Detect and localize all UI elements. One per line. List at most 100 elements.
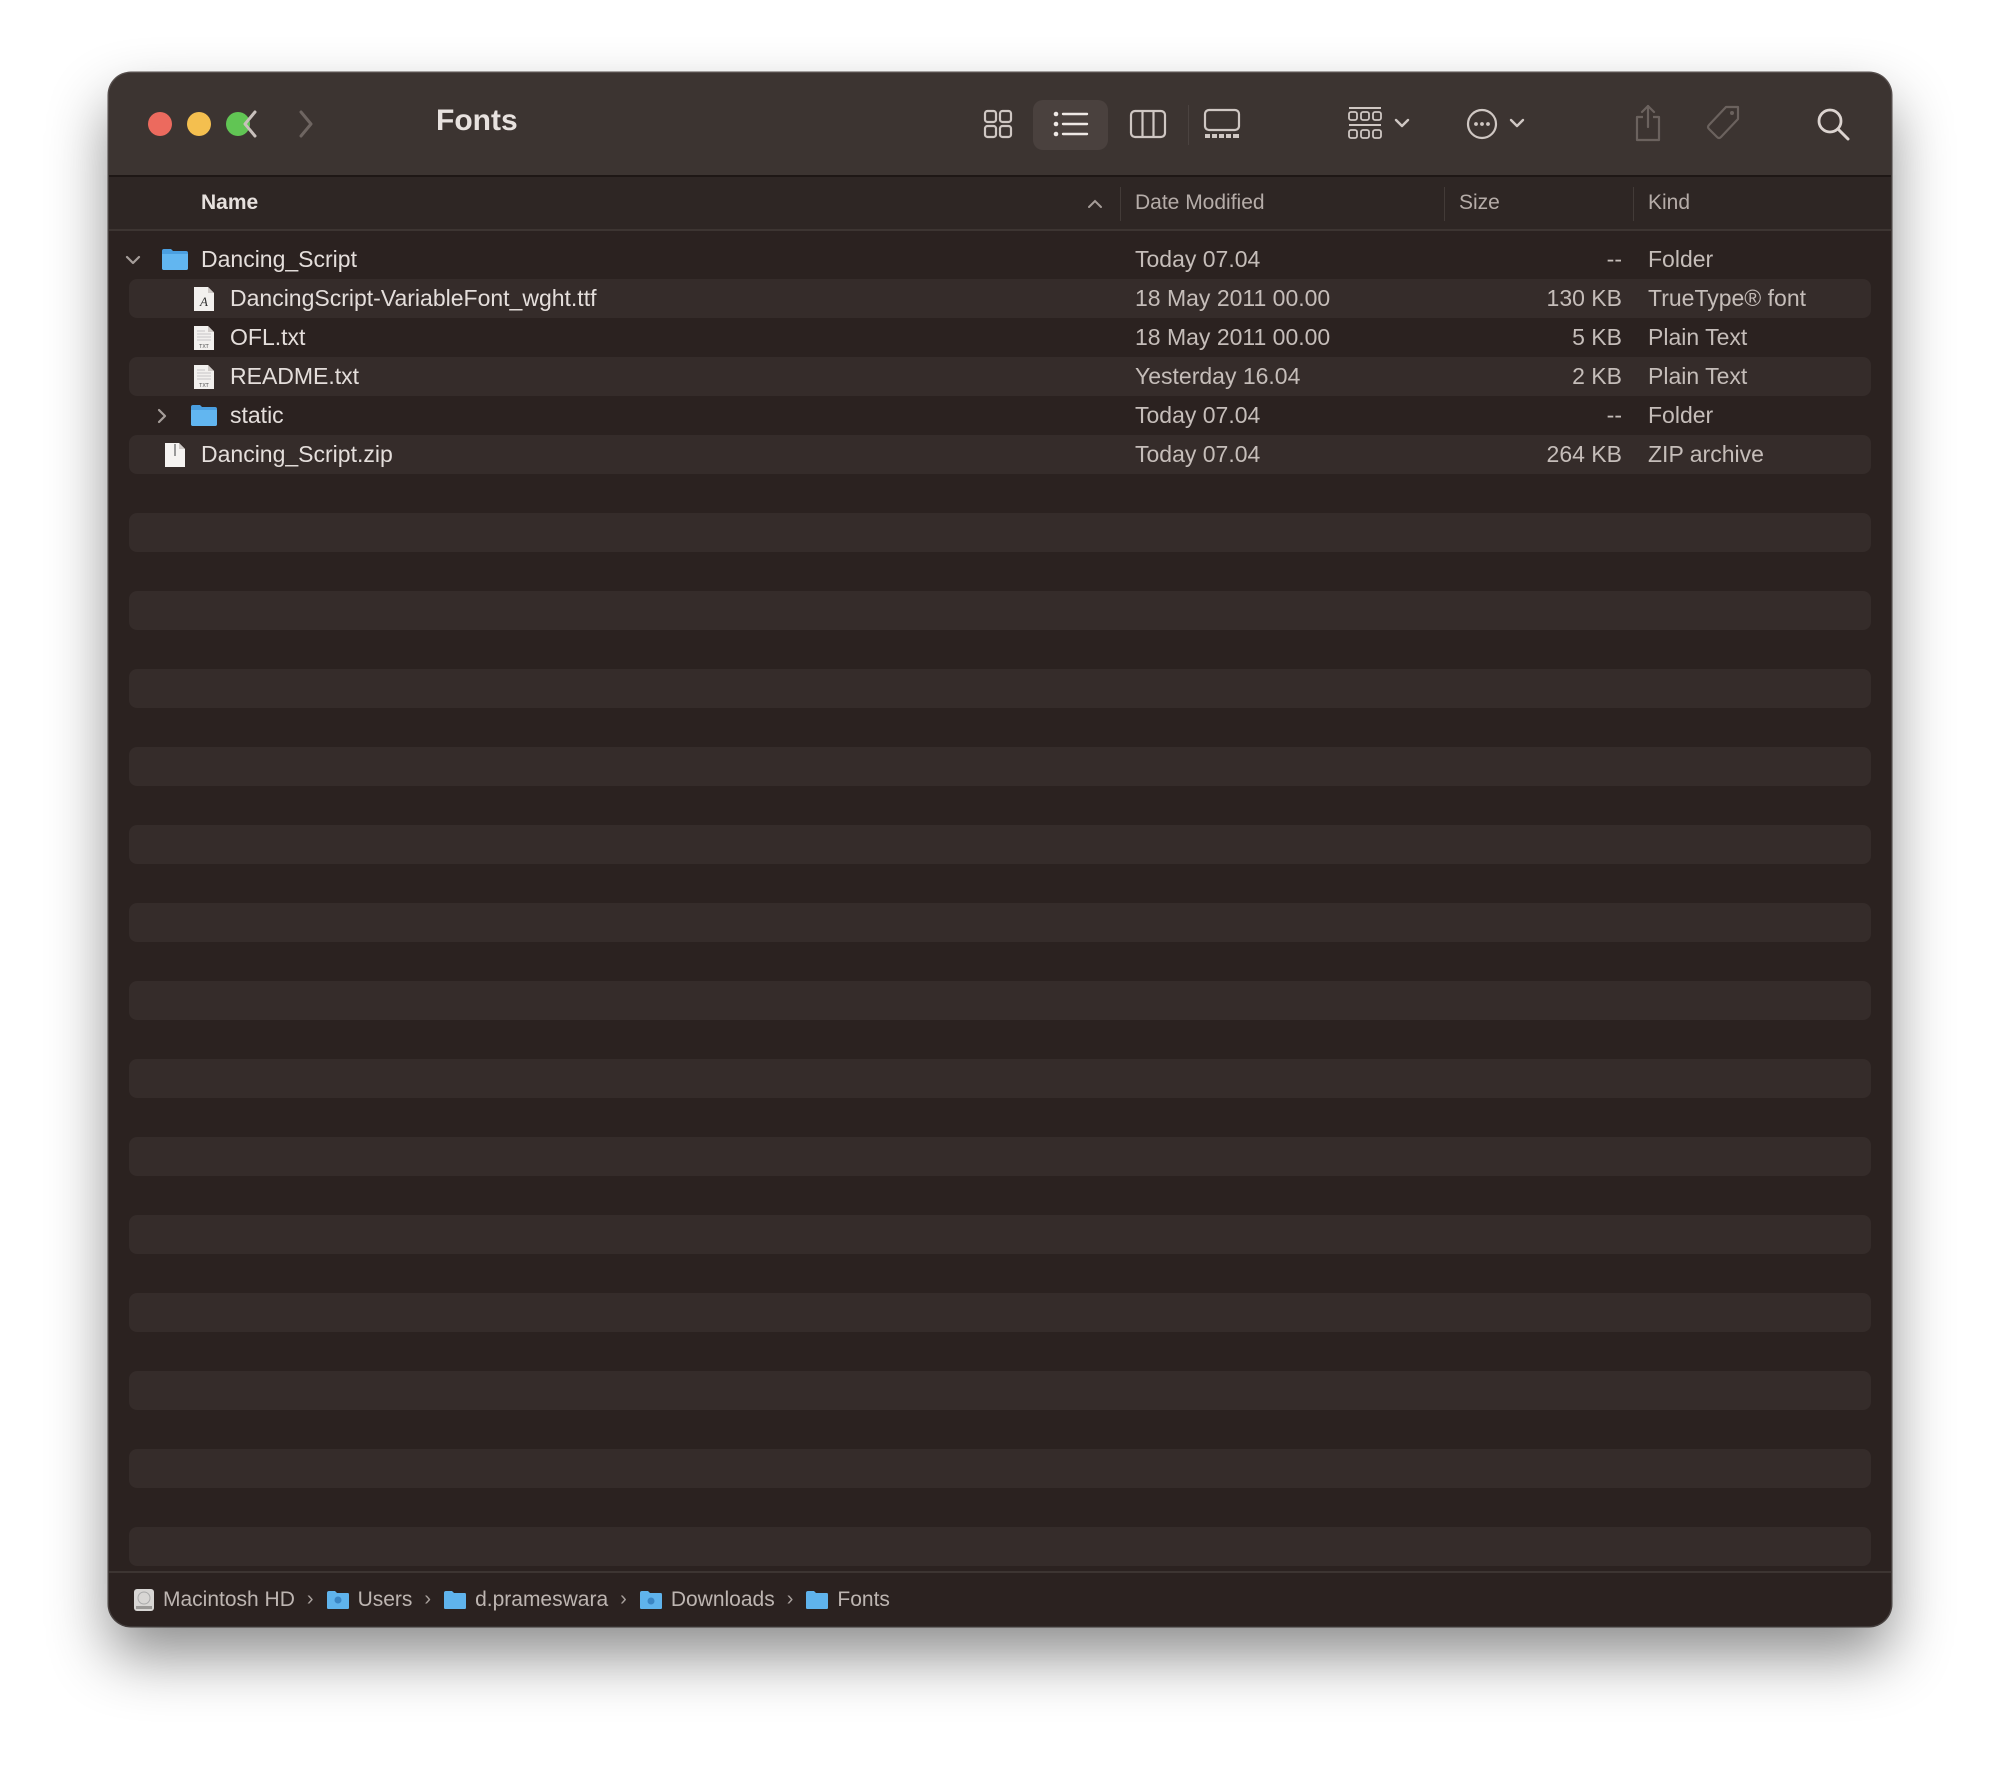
forward-button[interactable]: [292, 106, 320, 142]
path-bar: Macintosh HD › Users › d.prameswara › Download…: [109, 1571, 1891, 1626]
search-icon: [1817, 108, 1850, 141]
column-name[interactable]: Name: [201, 177, 258, 229]
toolbar: Fonts: [109, 73, 1891, 177]
file-size: 5 KB: [1572, 324, 1622, 350]
users-folder-icon: [326, 1590, 350, 1610]
svg-text:TXT: TXT: [198, 383, 209, 389]
back-button[interactable]: [236, 106, 264, 142]
file-size: 2 KB: [1572, 363, 1622, 389]
column-divider[interactable]: [1444, 187, 1445, 221]
folder-icon: [443, 1590, 467, 1610]
row-stripe: [129, 1215, 1871, 1254]
path-separator-icon: ›: [620, 1588, 627, 1610]
path-item[interactable]: d.prameswara: [443, 1588, 608, 1612]
folder-icon: [161, 247, 189, 276]
group-by-button[interactable]: [1345, 104, 1417, 144]
file-date-modified: Today 07.04: [1135, 441, 1261, 467]
row-stripe: [129, 1293, 1871, 1332]
path-item-label: Fonts: [837, 1587, 890, 1611]
file-kind: Plain Text: [1648, 324, 1748, 350]
path-item[interactable]: Fonts: [805, 1588, 890, 1612]
path-item[interactable]: Users: [326, 1587, 413, 1612]
path-item-label: Users: [357, 1587, 413, 1611]
file-name: DancingScript-VariableFont_wght.ttf: [230, 285, 597, 311]
row-stripe: [129, 981, 1871, 1020]
list-icon: [1053, 111, 1089, 137]
downloads-folder-icon: [639, 1590, 663, 1610]
column-view-button[interactable]: [1128, 106, 1168, 142]
file-row[interactable]: Dancing_Script Today 07.04 -- Folder: [109, 240, 1891, 279]
minimize-button[interactable]: [187, 112, 211, 136]
path-separator-icon: ›: [306, 1588, 314, 1610]
path-item[interactable]: Macintosh HD: [133, 1588, 295, 1612]
file-row[interactable]: TXT OFL.txt 18 May 2011 00.00 5 KB Plain Tex…: [109, 318, 1891, 357]
column-divider[interactable]: [1120, 187, 1121, 221]
svg-text:TXT: TXT: [198, 344, 209, 350]
column-divider[interactable]: [1633, 187, 1634, 221]
file-name: OFL.txt: [230, 324, 306, 350]
file-date-modified: Today 07.04: [1135, 246, 1261, 272]
file-name: Dancing_Script.zip: [201, 441, 393, 467]
row-stripe: [129, 1527, 1871, 1566]
column-date-modified[interactable]: Date Modified: [1135, 177, 1265, 229]
path-item-label: Downloads: [670, 1587, 775, 1611]
row-stripe: [129, 513, 1871, 552]
file-kind: Folder: [1648, 402, 1714, 428]
row-stripe: [129, 669, 1871, 708]
window-title: Fonts: [436, 104, 518, 137]
folder-icon: [805, 1590, 829, 1610]
column-size[interactable]: Size: [1459, 177, 1500, 229]
file-size: 130 KB: [1546, 285, 1622, 311]
column-header: Name Date Modified Size Kind: [109, 177, 1891, 231]
chevron-left-icon: [243, 110, 257, 138]
text-file-icon: TXT: [193, 364, 215, 395]
file-kind: ZIP archive: [1648, 441, 1764, 467]
file-row[interactable]: Dancing_Script.zip Today 07.04 264 KB ZIP a…: [109, 435, 1891, 474]
text-file-icon: TXT: [193, 325, 215, 356]
row-stripe: [129, 1059, 1871, 1098]
row-stripe: [129, 1137, 1871, 1176]
icon-view-button[interactable]: [980, 106, 1016, 142]
disclosure-collapsed-icon[interactable]: [150, 396, 174, 435]
share-button[interactable]: [1630, 102, 1666, 144]
list-view-icon-wrap[interactable]: [1051, 106, 1091, 142]
file-size: --: [1606, 402, 1622, 428]
columns-icon: [1129, 109, 1167, 139]
row-stripe: [129, 1371, 1871, 1410]
svg-text:A: A: [199, 294, 208, 309]
folder-icon: [190, 403, 218, 432]
row-stripe: [129, 591, 1871, 630]
file-row[interactable]: A DancingScript-VariableFont_wght.ttf 18 M…: [109, 279, 1891, 318]
row-stripe: [129, 825, 1871, 864]
close-button[interactable]: [148, 112, 172, 136]
file-name: Dancing_Script: [201, 246, 357, 272]
path-separator-icon: ›: [786, 1588, 794, 1610]
grid-icon: [983, 109, 1013, 139]
gallery-icon: [1203, 108, 1241, 138]
tag-icon: [1706, 105, 1740, 140]
file-date-modified: Yesterday 16.04: [1135, 363, 1301, 389]
file-date-modified: 18 May 2011 00.00: [1135, 324, 1331, 350]
path-item-label: d.prameswara: [475, 1587, 609, 1611]
action-menu-button[interactable]: [1462, 104, 1534, 144]
ellipsis-circle-icon: [1466, 108, 1525, 140]
tag-button[interactable]: [1703, 102, 1745, 144]
finder-window: Fonts Name Date Modified Size Kind Danci…: [109, 73, 1891, 1626]
file-row[interactable]: TXT README.txt Yesterday 16.04 2 KB Plain Te…: [109, 357, 1891, 396]
column-kind[interactable]: Kind: [1648, 177, 1690, 229]
path-item[interactable]: Downloads: [639, 1588, 775, 1612]
chevron-right-icon: [299, 110, 313, 138]
file-size: 264 KB: [1546, 441, 1622, 467]
file-row[interactable]: static Today 07.04 -- Folder: [109, 396, 1891, 435]
file-size: --: [1606, 246, 1622, 272]
file-kind: TrueType® font: [1648, 285, 1807, 311]
hard-drive-icon: [133, 1588, 155, 1612]
chevron-down-icon: [1394, 118, 1410, 128]
search-button[interactable]: [1814, 105, 1852, 143]
gallery-view-button[interactable]: [1202, 106, 1242, 142]
file-kind: Plain Text: [1648, 363, 1748, 389]
disclosure-expanded-icon[interactable]: [121, 240, 145, 279]
file-name: static: [230, 402, 284, 428]
file-list: Dancing_Script Today 07.04 -- Folder A Dancin…: [109, 240, 1891, 1571]
font-file-icon: A: [193, 286, 215, 317]
